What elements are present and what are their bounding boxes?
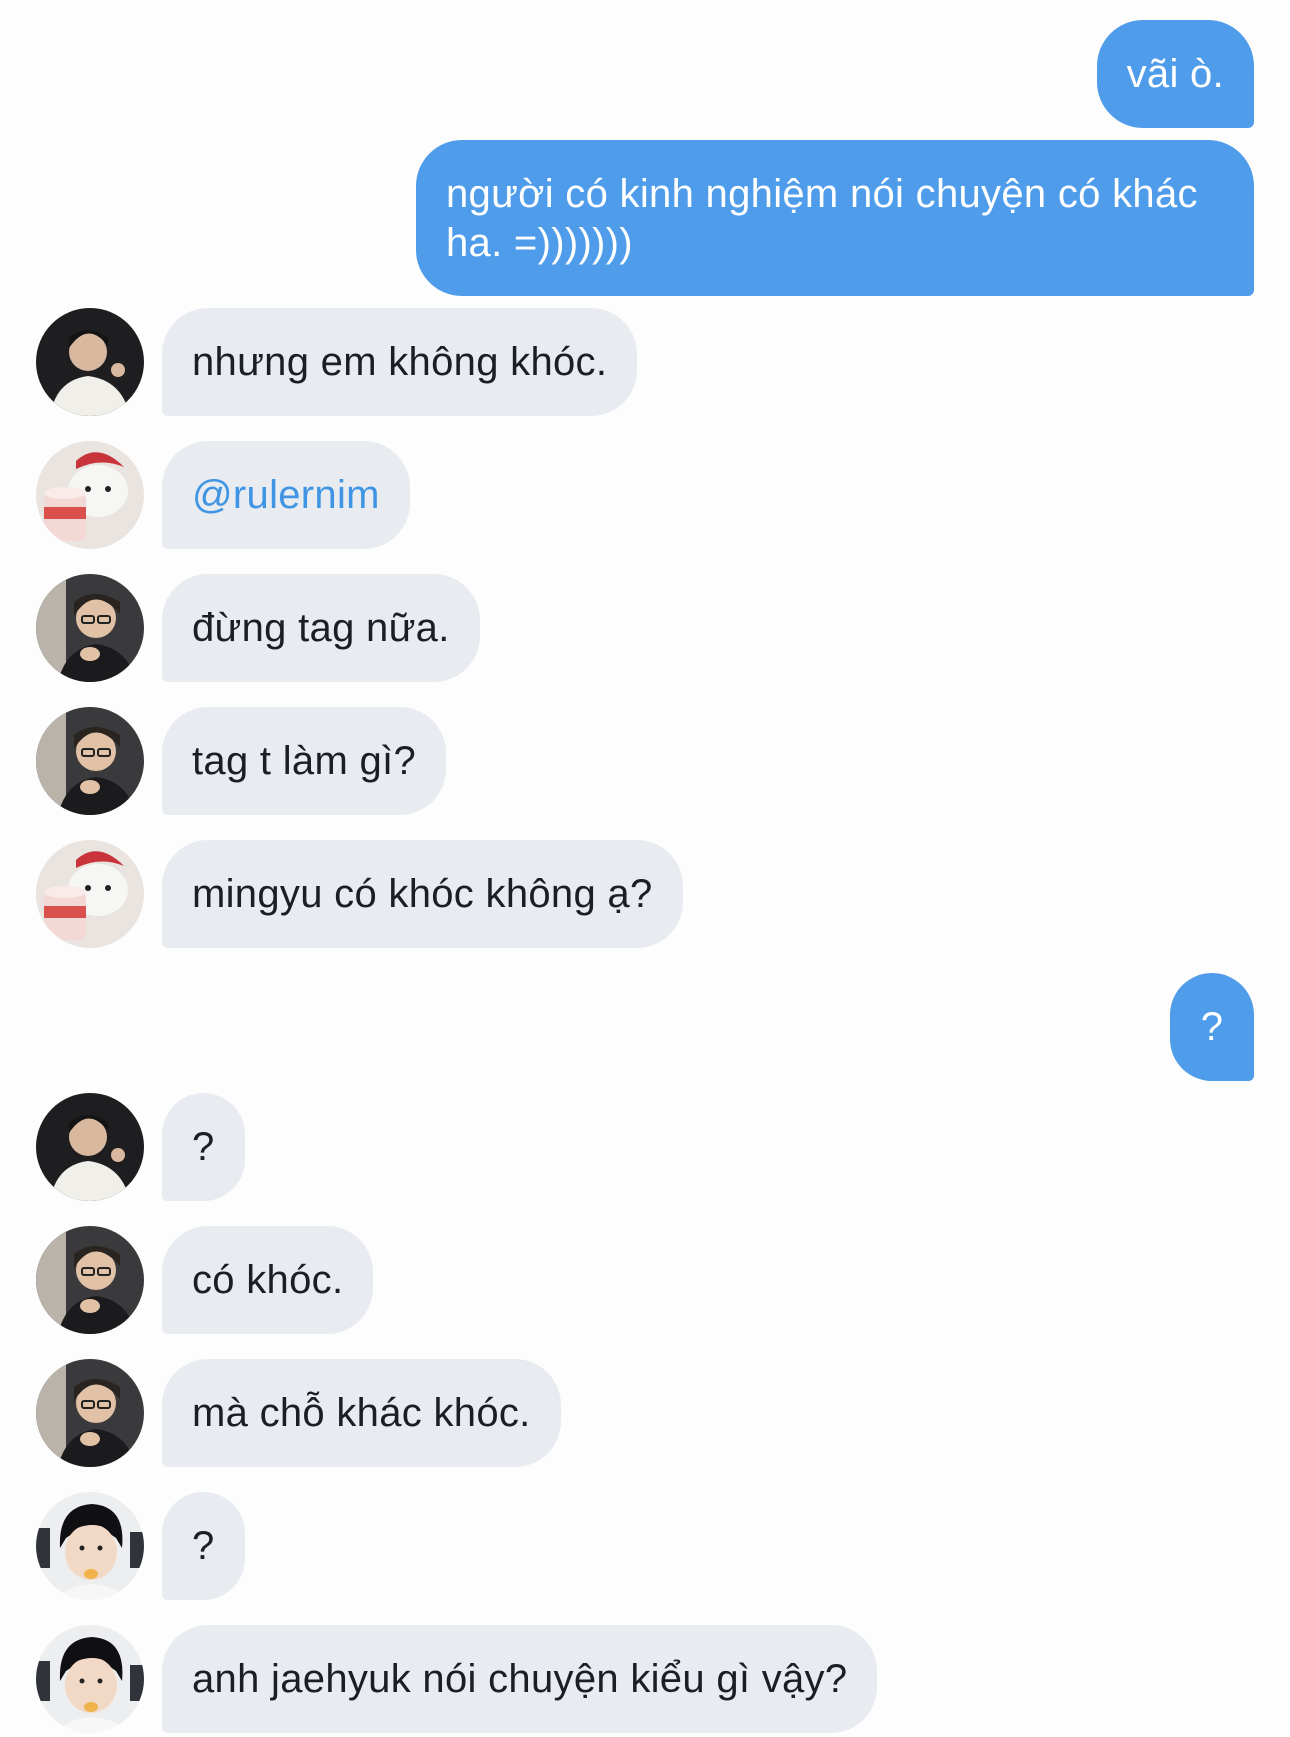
message-text: người có kinh nghiệm nói chuyện có khác … <box>446 172 1198 265</box>
incoming-message-bubble[interactable]: đừng tag nữa. <box>162 574 480 682</box>
incoming-message-bubble[interactable]: ? <box>162 1093 245 1201</box>
outgoing-message-bubble[interactable]: ? <box>1170 973 1254 1081</box>
avatar-boy-headset[interactable] <box>36 1492 144 1600</box>
message-text: anh jaehyuk nói chuyện kiểu gì vậy? <box>192 1657 848 1701</box>
incoming-message-bubble[interactable]: mà chỗ khác khóc. <box>162 1359 561 1467</box>
message-text: có khóc. <box>192 1258 344 1302</box>
message-text: ? <box>1200 1005 1224 1049</box>
incoming-message-bubble[interactable]: tag t làm gì? <box>162 707 447 815</box>
incoming-message-bubble-mention[interactable]: @rulernim <box>162 441 410 549</box>
message-text: đừng tag nữa. <box>192 606 450 650</box>
avatar-boy-headset[interactable] <box>36 1625 144 1733</box>
message-text: tag t làm gì? <box>192 739 417 783</box>
incoming-message-bubble[interactable]: nhưng em không khóc. <box>162 308 638 416</box>
incoming-message-bubble[interactable]: ? <box>162 1492 245 1600</box>
avatar-man-white-shirt[interactable] <box>36 308 144 416</box>
incoming-message-bubble[interactable]: mingyu có khóc không ạ? <box>162 840 683 948</box>
message-text: mingyu có khóc không ạ? <box>192 872 653 916</box>
message-text: vãi ò. <box>1126 52 1224 96</box>
message-text: mà chỗ khác khóc. <box>192 1391 531 1435</box>
avatar-bear-icecream[interactable] <box>36 441 144 549</box>
outgoing-message-bubble[interactable]: người có kinh nghiệm nói chuyện có khác … <box>416 140 1254 296</box>
message-text: ? <box>192 1125 215 1169</box>
avatar-man-glasses[interactable] <box>36 574 144 682</box>
mention-link[interactable]: @rulernim <box>192 473 380 517</box>
incoming-message-bubble[interactable]: anh jaehyuk nói chuyện kiểu gì vậy? <box>162 1625 878 1733</box>
avatar-man-glasses[interactable] <box>36 1226 144 1334</box>
incoming-message-bubble[interactable]: có khóc. <box>162 1226 374 1334</box>
avatar-man-glasses[interactable] <box>36 1359 144 1467</box>
avatar-man-glasses[interactable] <box>36 707 144 815</box>
message-text: ? <box>192 1524 215 1568</box>
avatar-bear-icecream[interactable] <box>36 840 144 948</box>
avatar-man-white-shirt[interactable] <box>36 1093 144 1201</box>
message-text: nhưng em không khóc. <box>192 340 608 384</box>
outgoing-message-bubble[interactable]: vãi ò. <box>1096 20 1254 128</box>
